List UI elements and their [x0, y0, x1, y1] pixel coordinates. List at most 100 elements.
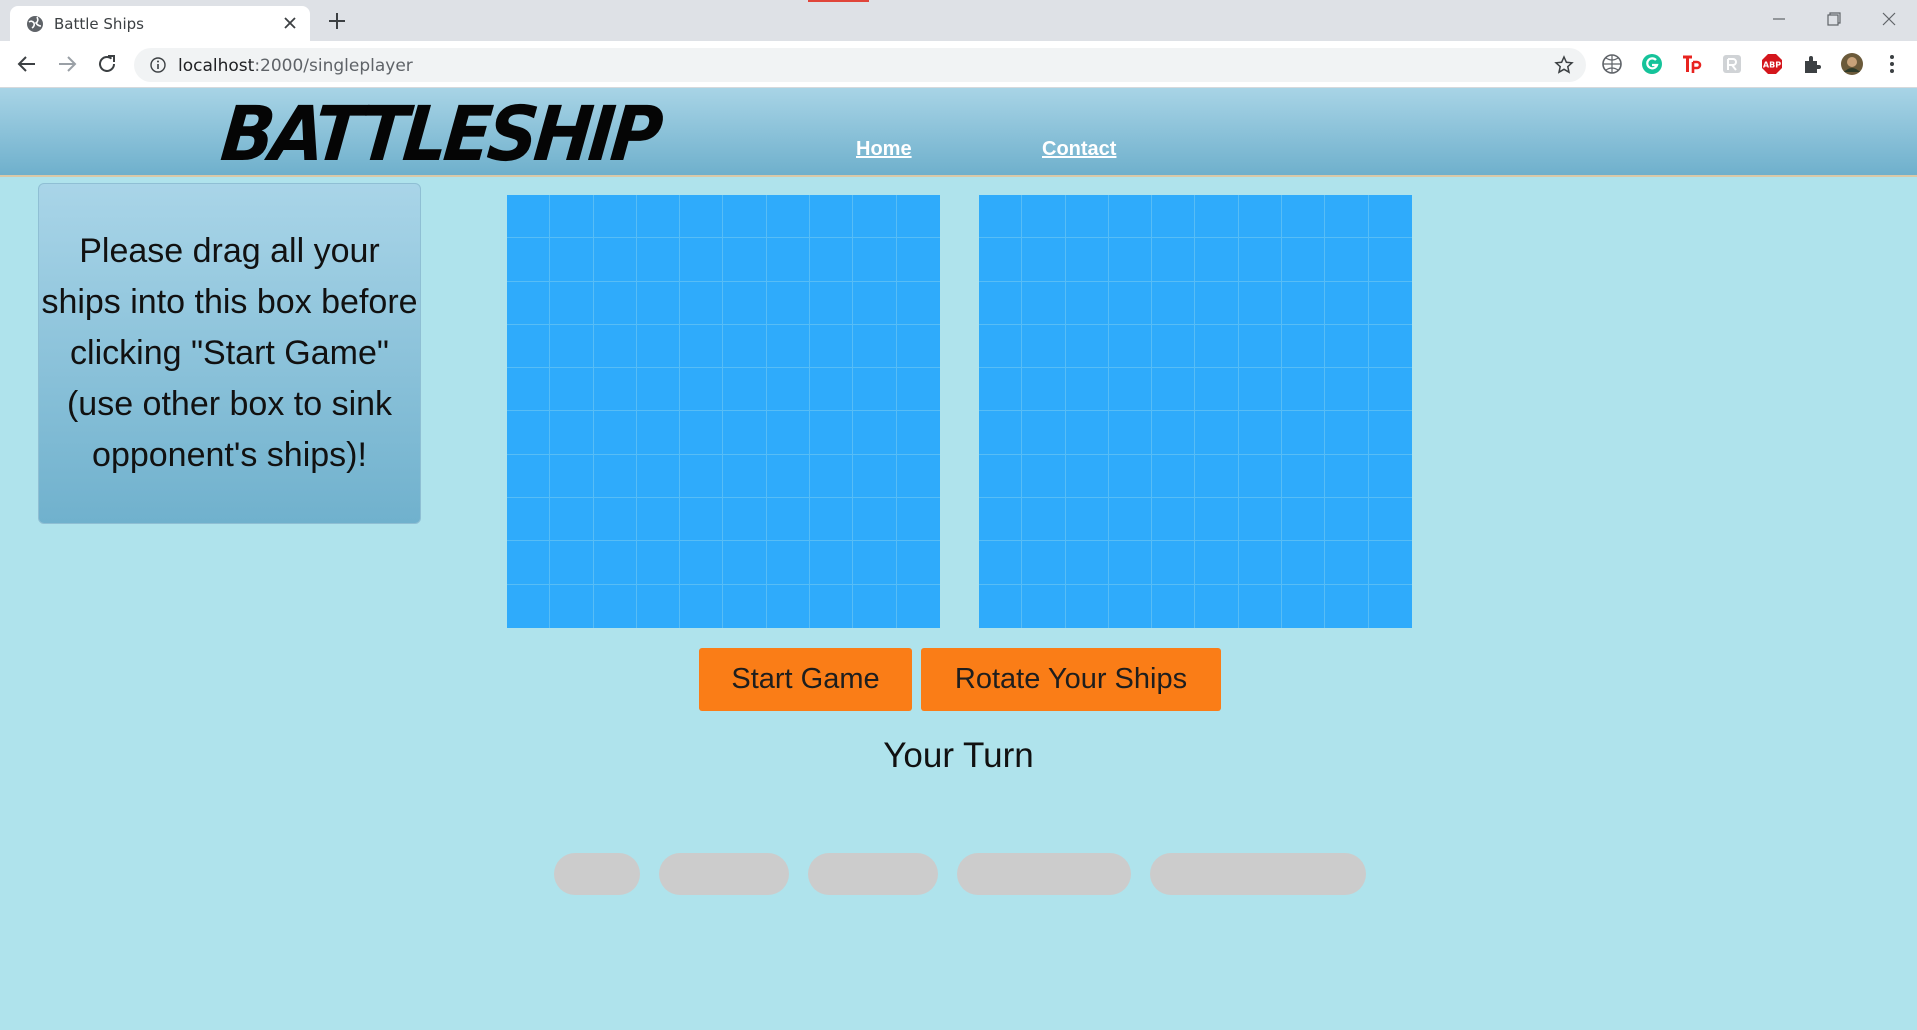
board-cell[interactable]	[636, 324, 681, 369]
board-cell[interactable]	[896, 455, 940, 499]
board-cell[interactable]	[636, 238, 681, 282]
board-cell[interactable]	[723, 368, 767, 412]
board-cell[interactable]	[507, 411, 551, 455]
board-cell[interactable]	[1022, 368, 1066, 412]
board-cell[interactable]	[593, 238, 637, 282]
board-cell[interactable]	[680, 238, 724, 282]
board-cell[interactable]	[1238, 541, 1283, 585]
board-cell[interactable]	[507, 454, 551, 499]
board-cell[interactable]	[853, 238, 897, 282]
board-cell[interactable]	[636, 541, 681, 585]
board-cell[interactable]	[1022, 541, 1066, 585]
board-cell[interactable]	[1108, 368, 1153, 412]
board-cell[interactable]	[550, 324, 594, 369]
board-cell[interactable]	[810, 368, 854, 412]
info-icon[interactable]	[150, 57, 166, 73]
board-cell[interactable]	[1108, 195, 1153, 239]
reader-extension-icon[interactable]	[1720, 52, 1744, 76]
board-cell[interactable]	[1152, 584, 1196, 628]
board-cell[interactable]	[1195, 324, 1239, 369]
board-cell[interactable]	[1368, 541, 1412, 585]
board-cell[interactable]	[550, 411, 594, 455]
board-cell[interactable]	[680, 411, 724, 455]
board-cell[interactable]	[1325, 498, 1369, 542]
url-text[interactable]: localhost:2000/singleplayer	[178, 56, 413, 76]
board-cell[interactable]	[1282, 195, 1326, 239]
board-cell[interactable]	[1325, 368, 1369, 412]
board-cell[interactable]	[979, 584, 1023, 628]
board-cell[interactable]	[1152, 238, 1196, 282]
board-cell[interactable]	[1282, 281, 1326, 325]
board-cell[interactable]	[593, 324, 637, 369]
board-cell[interactable]	[766, 454, 811, 499]
board-cell[interactable]	[1282, 411, 1326, 455]
board-cell[interactable]	[1282, 368, 1326, 412]
minimize-icon[interactable]	[1766, 8, 1792, 30]
board-cell[interactable]	[507, 238, 551, 282]
board-cell[interactable]	[1195, 498, 1239, 542]
board-cell[interactable]	[1108, 281, 1153, 325]
board-cell[interactable]	[1108, 411, 1153, 455]
board-cell[interactable]	[1368, 238, 1412, 282]
board-cell[interactable]	[896, 498, 940, 542]
board-cell[interactable]	[896, 195, 940, 239]
board-cell[interactable]	[766, 411, 811, 455]
board-cell[interactable]	[680, 195, 724, 239]
board-cell[interactable]	[1022, 411, 1066, 455]
board-cell[interactable]	[550, 238, 594, 282]
board-cell[interactable]	[636, 195, 681, 239]
board-cell[interactable]	[1108, 324, 1153, 369]
board-cell[interactable]	[810, 195, 854, 239]
board-cell[interactable]	[1195, 368, 1239, 412]
board-cell[interactable]	[1108, 541, 1153, 585]
board-cell[interactable]	[979, 238, 1023, 282]
board-cell[interactable]	[1022, 281, 1066, 325]
board-cell[interactable]	[1195, 541, 1239, 585]
board-cell[interactable]	[723, 584, 767, 628]
board-cell[interactable]	[1195, 584, 1239, 628]
board-cell[interactable]	[723, 281, 767, 325]
board-cell[interactable]	[550, 368, 594, 412]
browser-tab[interactable]: Battle Ships	[10, 6, 310, 41]
player-board[interactable]	[507, 195, 940, 628]
board-cell[interactable]	[853, 324, 897, 369]
profile-avatar-icon[interactable]	[1840, 52, 1864, 76]
board-cell[interactable]	[766, 281, 811, 325]
board-cell[interactable]	[853, 281, 897, 325]
board-cell[interactable]	[810, 498, 854, 542]
board-cell[interactable]	[1065, 324, 1109, 369]
board-cell[interactable]	[1368, 411, 1412, 455]
board-cell[interactable]	[1238, 281, 1283, 325]
board-cell[interactable]	[1108, 498, 1153, 542]
board-cell[interactable]	[979, 541, 1023, 585]
board-cell[interactable]	[1325, 324, 1369, 369]
board-cell[interactable]	[1152, 411, 1196, 455]
board-cell[interactable]	[1065, 541, 1109, 585]
board-cell[interactable]	[979, 195, 1023, 239]
board-cell[interactable]	[1368, 195, 1412, 239]
board-cell[interactable]	[1108, 238, 1153, 282]
board-cell[interactable]	[766, 238, 811, 282]
board-cell[interactable]	[1195, 238, 1239, 282]
board-cell[interactable]	[979, 368, 1023, 412]
board-cell[interactable]	[680, 541, 724, 585]
board-cell[interactable]	[853, 411, 897, 455]
board-cell[interactable]	[594, 584, 637, 628]
nav-home-link[interactable]: Home	[856, 138, 912, 161]
board-cell[interactable]	[1282, 454, 1326, 499]
board-cell[interactable]	[896, 282, 940, 325]
board-cell[interactable]	[1238, 324, 1283, 369]
extensions-puzzle-icon[interactable]	[1800, 52, 1824, 76]
board-cell[interactable]	[680, 584, 724, 628]
board-cell[interactable]	[1368, 498, 1412, 542]
board-cell[interactable]	[1152, 195, 1196, 239]
tp-extension-icon[interactable]	[1680, 52, 1704, 76]
board-cell[interactable]	[1325, 541, 1369, 585]
board-cell[interactable]	[1369, 585, 1412, 628]
bookmark-star-icon[interactable]	[1554, 55, 1574, 75]
board-cell[interactable]	[550, 454, 594, 499]
board-cell[interactable]	[1239, 584, 1283, 628]
board-cell[interactable]	[810, 281, 854, 325]
board-cell[interactable]	[637, 584, 681, 628]
board-cell[interactable]	[1065, 411, 1109, 455]
